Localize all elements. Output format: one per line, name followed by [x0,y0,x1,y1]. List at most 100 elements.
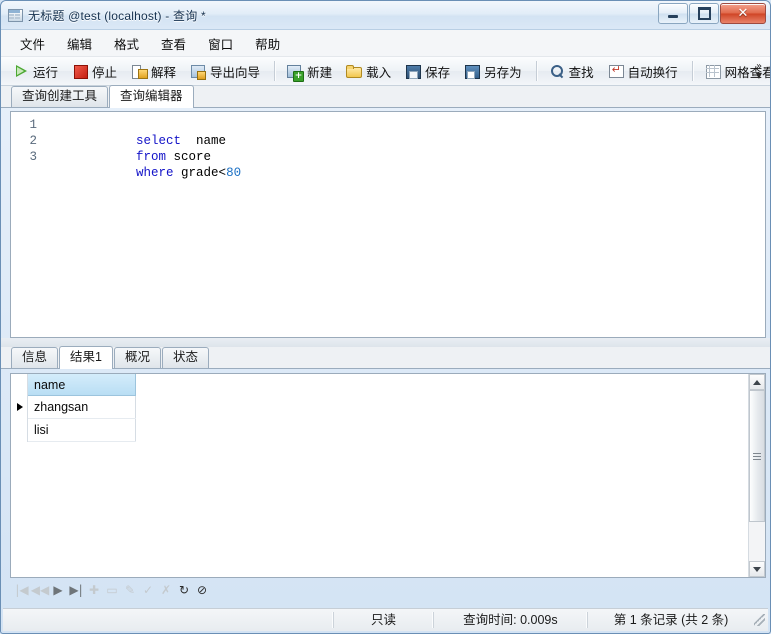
resize-grip-icon[interactable] [754,614,766,626]
result-table: name zhangsan lisi [11,374,136,442]
toolbar-export-wizard-button[interactable]: 导出向导 [184,59,266,83]
editor-code-area[interactable]: select name from score where grade<80 [45,112,765,337]
toolbar-separator [535,61,537,81]
stop-icon [72,63,89,79]
maximize-button[interactable] [689,3,719,24]
result-tab-bar: 信息 结果1 概况 状态 [1,346,770,369]
query-window-icon [7,7,23,23]
sql-keyword: from [136,150,167,164]
sql-keyword: where [136,166,174,180]
maximize-icon [697,7,711,20]
table-header-row: name [11,374,136,396]
result-grid[interactable]: name zhangsan lisi [10,373,766,578]
line-number: 1 [29,118,37,132]
toolbar-new-label: 新建 [307,65,333,80]
tab-profile[interactable]: 概况 [113,347,161,368]
current-row-arrow-icon [16,403,23,411]
run-icon [13,63,29,79]
table-row[interactable]: zhangsan [11,395,136,419]
toolbar-save-as-button[interactable]: 另存为 [458,59,528,83]
result-grid-body[interactable]: name zhangsan lisi [11,374,748,577]
add-record-button[interactable]: ✚ [85,582,103,598]
tab-query-builder[interactable]: 查询创建工具 [11,86,109,107]
toolbar-save-button[interactable]: 保存 [399,59,456,83]
sql-editor[interactable]: 1 2 3 select name from score where grade… [10,111,766,338]
first-record-button[interactable]: |◀ [13,582,31,598]
delete-record-button[interactable]: ▭ [103,582,121,598]
toolbar-new-button[interactable]: 新建 [281,59,338,83]
cell-name[interactable]: zhangsan [27,395,136,419]
chevron-double-right-icon: » [755,61,763,72]
last-record-button[interactable]: ▶| [67,582,85,598]
toolbar-stop-label: 停止 [92,65,118,80]
stop-button[interactable]: ⊘ [193,582,211,598]
menu-item-edit[interactable]: 编辑 [56,30,103,57]
toolbar-word-wrap-button[interactable]: 自动换行 [602,59,684,83]
cancel-changes-button[interactable]: ✗ [157,582,175,598]
sql-space [181,134,196,148]
save-as-icon [464,63,481,79]
tab-result-1[interactable]: 结果1 [59,346,113,369]
previous-record-button[interactable]: ◀◀ [31,582,49,598]
scroll-down-icon[interactable] [749,561,765,577]
grid-vertical-scrollbar[interactable] [748,374,765,577]
toolbar-explain-button[interactable]: 解释 [125,59,182,83]
editor-gutter: 1 2 3 [11,112,43,337]
sql-identifier: score [173,150,212,164]
save-icon [405,63,422,79]
tab-status[interactable]: 状态 [161,347,209,368]
toolbar-word-wrap-label: 自动换行 [627,65,678,80]
status-query-time: 查询时间: 0.009s [432,612,587,628]
toolbar-load-button[interactable]: 载入 [340,59,397,83]
load-icon [346,63,363,79]
line-number: 3 [29,150,37,164]
toolbar-explain-label: 解释 [151,65,177,80]
refresh-button[interactable]: ↻ [175,582,193,598]
code-line-1: select name [61,117,765,148]
row-indicator-current[interactable] [11,395,28,419]
export-wizard-icon [190,63,207,80]
minimize-button[interactable] [658,3,688,24]
table-row[interactable]: lisi [11,418,136,442]
toolbar-find-label: 查找 [568,65,594,80]
window-title: 无标题 @test (localhost) - 查询 * [28,8,206,23]
scrollbar-track[interactable] [749,390,765,561]
scrollbar-thumb[interactable] [749,390,765,522]
edit-record-button[interactable]: ✎ [121,582,139,598]
toolbar-overflow-button[interactable]: » ▼ [752,58,766,84]
explain-icon [131,63,149,79]
next-record-button[interactable]: ▶ [49,582,67,598]
menu-item-window[interactable]: 窗口 [197,30,244,57]
find-icon [549,63,565,79]
chevron-down-icon: ▼ [755,71,763,80]
menu-item-view[interactable]: 查看 [150,30,197,57]
toolbar-separator [691,61,693,81]
minimize-icon [668,15,678,18]
apply-changes-button[interactable]: ✓ [139,582,157,598]
status-readonly: 只读 [333,612,433,628]
sql-number: 80 [226,166,242,180]
tab-info[interactable]: 信息 [11,347,59,368]
title-bar: 无标题 @test (localhost) - 查询 * ✕ [1,1,770,30]
toolbar-find-button[interactable]: 查找 [543,59,600,83]
column-header-name[interactable]: name [27,374,136,396]
editor-tab-bar: 查询创建工具 查询编辑器 [1,85,770,108]
close-icon: ✕ [737,6,749,21]
menu-bar: 文件 编辑 格式 查看 窗口 帮助 [1,30,770,57]
horizontal-splitter[interactable] [1,338,770,347]
cell-name[interactable]: lisi [27,418,136,442]
new-icon [287,63,305,82]
row-indicator[interactable] [11,418,28,442]
sql-identifier: grade< [181,166,227,180]
record-navigation-toolbar: |◀ ◀◀ ▶ ▶| ✚ ▭ ✎ ✓ ✗ ↻ ⊘ [10,581,766,599]
close-button[interactable]: ✕ [720,3,766,24]
tab-query-editor[interactable]: 查询编辑器 [109,85,194,108]
menu-item-help[interactable]: 帮助 [244,30,291,57]
sql-keyword: select [136,134,182,148]
menu-item-format[interactable]: 格式 [103,30,150,57]
scroll-up-icon[interactable] [749,374,765,390]
toolbar-stop-button[interactable]: 停止 [66,59,123,83]
toolbar-run-button[interactable]: 运行 [7,59,64,83]
word-wrap-icon [608,63,624,79]
menu-item-file[interactable]: 文件 [9,30,56,57]
